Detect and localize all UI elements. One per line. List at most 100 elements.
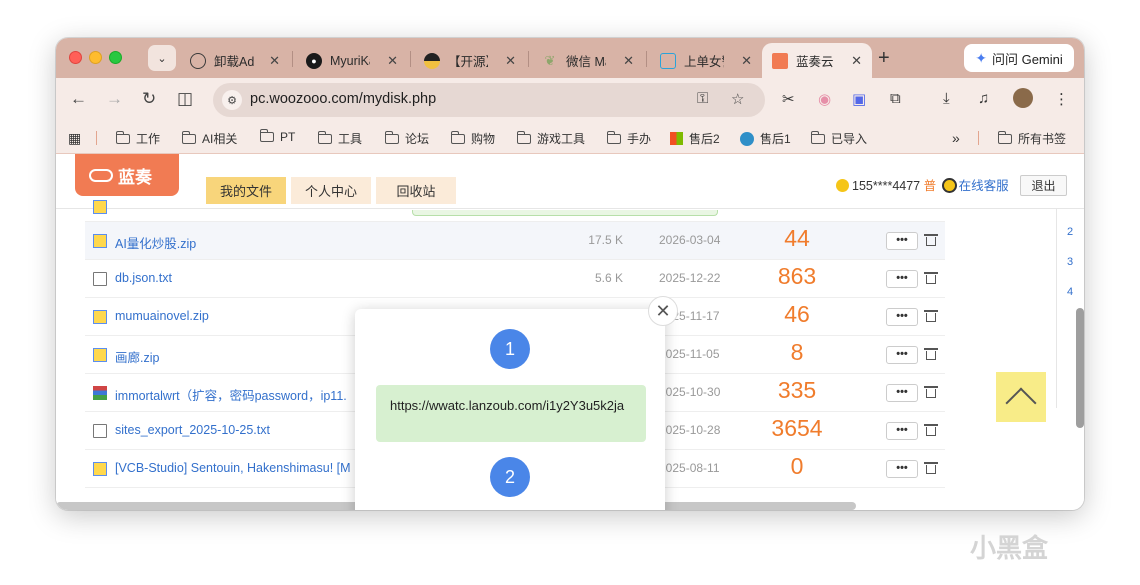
folder-icon — [259, 129, 274, 142]
split-view-icon[interactable]: ◫ — [177, 89, 193, 109]
back-to-top-button[interactable] — [996, 372, 1046, 422]
all-bookmarks-folder[interactable]: 所有书签 — [997, 130, 1066, 147]
right-link[interactable]: 4 — [1067, 286, 1073, 298]
close-icon[interactable]: ✕ — [851, 53, 862, 69]
file-date: 2026-03-04 — [659, 233, 721, 247]
address-bar[interactable]: ⚙ pc.woozooo.com/mydisk.php ⚿ ☆ — [213, 83, 765, 117]
trash-icon[interactable] — [924, 233, 938, 247]
bookmark-folder-game-tools[interactable]: 游戏工具 — [516, 130, 585, 147]
bookmark-label: PT — [280, 130, 296, 144]
file-name-link[interactable]: [VCB-Studio] Sentouin, Hakenshimasu! [M — [115, 461, 355, 475]
close-icon[interactable]: ✕ — [387, 53, 398, 69]
more-button[interactable]: ••• — [886, 384, 918, 402]
extension-media-icon[interactable]: ▣ — [852, 90, 866, 108]
site-icon — [740, 131, 754, 146]
trash-icon[interactable] — [924, 385, 938, 399]
more-button[interactable]: ••• — [886, 270, 918, 288]
key-icon[interactable]: ⚿ — [697, 90, 708, 107]
tab-2[interactable]: 【开源】 ✕ — [414, 43, 526, 78]
extensions-puzzle-icon[interactable]: ⧉ — [890, 90, 901, 107]
download-icon[interactable]: ⤓ — [943, 90, 950, 107]
close-icon[interactable]: ✕ — [505, 53, 516, 69]
extension-scissors-icon[interactable]: ✂ — [782, 90, 795, 108]
file-date: 2025-08-11 — [659, 461, 720, 475]
nav-user-center[interactable]: 个人中心 — [291, 177, 371, 204]
forward-icon[interactable]: → — [106, 89, 123, 109]
nav-my-files[interactable]: 我的文件 — [206, 177, 286, 204]
online-service-link[interactable]: 在线客服 — [959, 179, 1009, 193]
bookmark-folder-pt[interactable]: PT — [259, 129, 296, 144]
trash-icon[interactable] — [924, 461, 938, 475]
maximize-window-button[interactable] — [109, 51, 122, 64]
logo-text: 蓝奏 — [118, 167, 152, 187]
file-name-link[interactable]: sites_export_2025-10-25.txt — [115, 423, 355, 437]
bookmark-aftersale-1[interactable]: 售后1 — [740, 130, 791, 147]
trash-icon[interactable] — [924, 347, 938, 361]
reload-icon[interactable]: ↻ — [142, 89, 156, 109]
apps-grid-icon[interactable]: ▦ — [68, 130, 81, 147]
bookmark-folder-imported[interactable]: 已导入 — [810, 130, 867, 147]
user-icon — [836, 179, 849, 192]
gemini-label: 问问 Gemini — [991, 51, 1063, 67]
bookmarks-overflow-button[interactable]: » — [952, 130, 960, 146]
close-icon[interactable]: ✕ — [623, 53, 634, 69]
txt-file-icon — [93, 424, 107, 438]
lanzou-logo[interactable]: 蓝奏 — [75, 154, 179, 196]
bookmark-folder-tools[interactable]: 工具 — [317, 130, 363, 147]
media-control-icon[interactable]: ♫ — [978, 90, 989, 107]
extension-cat-icon[interactable]: ◉ — [818, 90, 831, 108]
more-button[interactable]: ••• — [886, 346, 918, 364]
more-button[interactable]: ••• — [886, 422, 918, 440]
vertical-scrollbar[interactable] — [1076, 308, 1084, 428]
right-link[interactable]: 2 — [1067, 226, 1073, 238]
tab-3[interactable]: ❦ 微信 Ma ✕ — [532, 43, 644, 78]
new-tab-button[interactable]: + — [878, 47, 890, 70]
trash-icon[interactable] — [924, 423, 938, 437]
tab-5-active[interactable]: 蓝奏云 ✕ — [762, 43, 872, 78]
site-info-icon[interactable]: ⚙ — [222, 90, 242, 110]
menu-icon[interactable]: ⋮ — [1054, 90, 1069, 108]
leaf-icon: ❦ — [544, 52, 556, 68]
file-row[interactable]: db.json.txt 5.6 K 2025-12-22 863 ••• — [85, 260, 945, 298]
file-name-link[interactable]: immortalwrt（扩容，密码password，ip11. — [115, 385, 355, 404]
close-icon[interactable]: ✕ — [741, 53, 752, 69]
file-name-link[interactable]: AI量化炒股.zip — [115, 233, 415, 252]
bookmark-folder-figures[interactable]: 手办 — [606, 130, 651, 147]
trash-icon[interactable] — [924, 309, 938, 323]
minimize-window-button[interactable] — [89, 51, 102, 64]
bilibili-icon — [660, 52, 676, 69]
more-button[interactable]: ••• — [886, 460, 918, 478]
watermark-text: 小黑盒 — [970, 533, 1049, 563]
step-badge-2: 2 — [490, 457, 530, 497]
url-text[interactable]: pc.woozooo.com/mydisk.php — [250, 91, 436, 107]
bookmark-label: 工具 — [338, 132, 363, 146]
trash-icon[interactable] — [924, 271, 938, 285]
share-link-box[interactable]: https://wwatc.lanzoub.com/i1y2Y3u5k2ja — [376, 385, 646, 442]
tab-search-button[interactable]: ⌄ — [148, 45, 176, 71]
tab-0[interactable]: 卸载Ado ✕ — [180, 43, 290, 78]
modal-close-button[interactable]: ✕ — [648, 296, 678, 326]
bookmark-folder-forum[interactable]: 论坛 — [384, 130, 429, 147]
right-link[interactable]: 3 — [1067, 256, 1073, 268]
nav-recycle-bin[interactable]: 回收站 — [376, 177, 456, 204]
more-button[interactable]: ••• — [886, 308, 918, 326]
bookmark-folder-work[interactable]: 工作 — [115, 130, 161, 147]
bookmark-label: 工作 — [136, 132, 161, 146]
logout-button[interactable]: 退出 — [1020, 175, 1067, 196]
qq-icon — [941, 178, 957, 193]
more-button[interactable]: ••• — [886, 232, 918, 250]
close-window-button[interactable] — [69, 51, 82, 64]
bookmark-folder-shopping[interactable]: 购物 — [450, 130, 495, 147]
zip-file-icon — [93, 348, 107, 362]
file-name-link[interactable]: db.json.txt — [115, 271, 415, 285]
file-row[interactable]: AI量化炒股.zip 17.5 K 2026-03-04 44 ••• — [85, 222, 945, 260]
bookmark-aftersale-2[interactable]: 售后2 — [670, 130, 720, 147]
bookmark-star-icon[interactable]: ☆ — [731, 90, 744, 108]
bookmark-folder-ai[interactable]: AI相关 — [181, 130, 237, 147]
tab-4[interactable]: 上单女警 ✕ — [650, 43, 762, 78]
gemini-button[interactable]: ✦ 问问 Gemini — [964, 44, 1074, 72]
back-icon[interactable]: ← — [70, 89, 87, 109]
close-icon[interactable]: ✕ — [269, 53, 280, 69]
tab-1[interactable]: ● MyuriKa ✕ — [296, 43, 408, 78]
profile-avatar[interactable] — [1013, 88, 1033, 108]
